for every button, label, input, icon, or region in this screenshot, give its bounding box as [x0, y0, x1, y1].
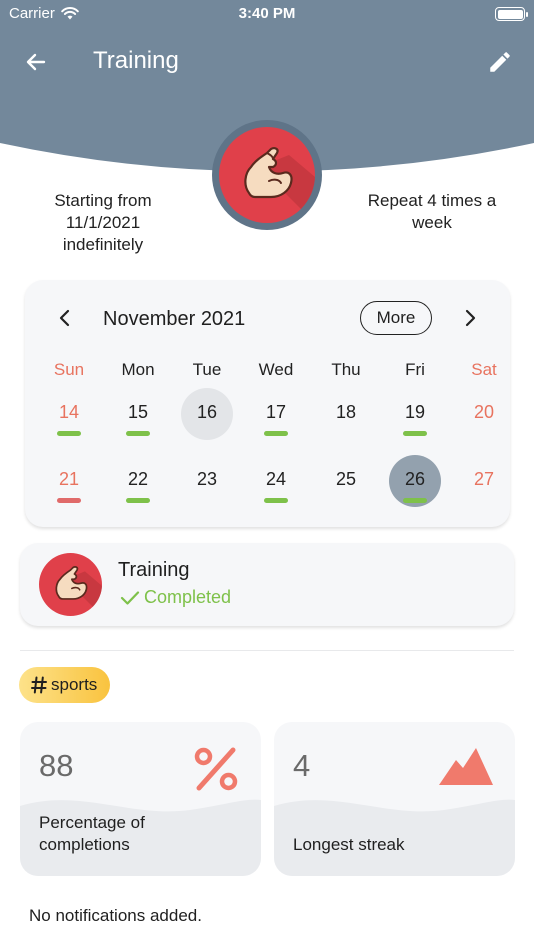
calendar-day-24[interactable]: 24 — [250, 455, 302, 507]
pencil-icon — [490, 52, 510, 72]
calendar-grid: Sun Mon Tue Wed Thu Fri Sat 14 15 16 17 18 19 20 21 22 2… — [25, 280, 510, 527]
back-button[interactable] — [20, 46, 52, 78]
calendar-day-number: 15 — [127, 402, 149, 422]
calendar-card: November 2021 More Sun Mon Tue Wed Thu Fri Sat… — [25, 280, 510, 527]
mountain-icon — [439, 748, 493, 785]
completed-indicator — [403, 431, 427, 436]
calendar-day-number: 19 — [404, 402, 426, 422]
calendar-day-number: 20 — [473, 402, 495, 422]
status-bar: Carrier 3:40 PM — [0, 0, 534, 30]
percent-icon — [194, 747, 238, 791]
habit-name: Training — [118, 559, 190, 581]
section-divider — [20, 650, 514, 651]
calendar-day-number: 23 — [196, 469, 218, 489]
notifications-empty-text: No notifications added. — [29, 906, 202, 925]
calendar-day-number: 26 — [404, 469, 426, 489]
completed-indicator — [403, 498, 427, 503]
weekday-header-tue: Tue — [192, 360, 222, 379]
calendar-day-number: 17 — [265, 402, 287, 422]
stat-label: Longest streak — [293, 835, 405, 854]
calendar-day-27[interactable]: 27 — [458, 455, 510, 507]
calendar-day-number: 14 — [58, 402, 80, 422]
edit-button[interactable] — [484, 46, 516, 78]
calendar-day-25[interactable]: 25 — [320, 455, 372, 507]
weekday-header-wed: Wed — [258, 360, 294, 379]
weekday-header-mon: Mon — [121, 360, 155, 379]
flexed-biceps-icon — [219, 127, 315, 223]
calendar-day-17[interactable]: 17 — [250, 388, 302, 440]
calendar-day-19[interactable]: 19 — [389, 388, 441, 440]
start-date-info: Starting from 11/1/2021 indefinitely — [54, 191, 152, 254]
completed-indicator — [264, 431, 288, 436]
repeat-frequency-info: Repeat 4 times a week — [367, 191, 497, 232]
completed-indicator — [264, 498, 288, 503]
weekday-header-sun: Sun — [53, 360, 85, 379]
calendar-day-number: 24 — [265, 469, 287, 489]
weekday-header-sat: Sat — [471, 360, 497, 379]
hashtag-icon — [31, 676, 47, 694]
calendar-day-15[interactable]: 15 — [112, 388, 164, 440]
page-title: Training — [93, 47, 179, 74]
battery-icon — [495, 7, 528, 21]
calendar-day-20[interactable]: 20 — [458, 388, 510, 440]
completed-indicator — [57, 431, 81, 436]
habit-hero-icon — [212, 120, 322, 230]
stat-label: Percentage of completions — [39, 813, 145, 854]
calendar-day-number: 22 — [127, 469, 149, 489]
weekday-header-thu: Thu — [331, 360, 361, 379]
longest-streak-card: 4 Longest streak — [274, 722, 515, 876]
calendar-day-number: 16 — [196, 402, 218, 422]
tag-label: sports — [51, 675, 98, 694]
weekday-header-fri: Fri — [405, 360, 425, 379]
calendar-day-21[interactable]: 21 — [43, 455, 95, 507]
habit-status: Completed — [120, 587, 231, 608]
flexed-biceps-icon — [39, 553, 102, 616]
completed-indicator — [126, 498, 150, 503]
tag-chip[interactable]: sports — [19, 667, 111, 703]
habit-status-label: Completed — [144, 587, 232, 607]
stat-value: 88 — [39, 748, 74, 783]
arrow-left-icon — [26, 53, 46, 71]
calendar-day-23[interactable]: 23 — [181, 455, 233, 507]
completed-indicator — [126, 431, 150, 436]
calendar-day-14[interactable]: 14 — [43, 388, 95, 440]
calendar-day-number: 25 — [335, 469, 357, 489]
missed-indicator — [57, 498, 81, 503]
completion-percentage-card: 88 Percentage of completions — [20, 722, 261, 876]
calendar-day-number: 18 — [335, 402, 357, 422]
calendar-day-number: 21 — [58, 469, 80, 489]
check-icon — [120, 590, 140, 605]
status-time: 3:40 PM — [238, 5, 296, 22]
calendar-day-22[interactable]: 22 — [112, 455, 164, 507]
calendar-day-16[interactable]: 16 — [181, 388, 233, 440]
calendar-day-18[interactable]: 18 — [320, 388, 372, 440]
calendar-day-number: 27 — [473, 469, 495, 489]
habit-entry-card[interactable]: Training Completed — [20, 543, 514, 626]
calendar-day-26[interactable]: 26 — [389, 455, 441, 507]
stat-value: 4 — [293, 748, 311, 783]
